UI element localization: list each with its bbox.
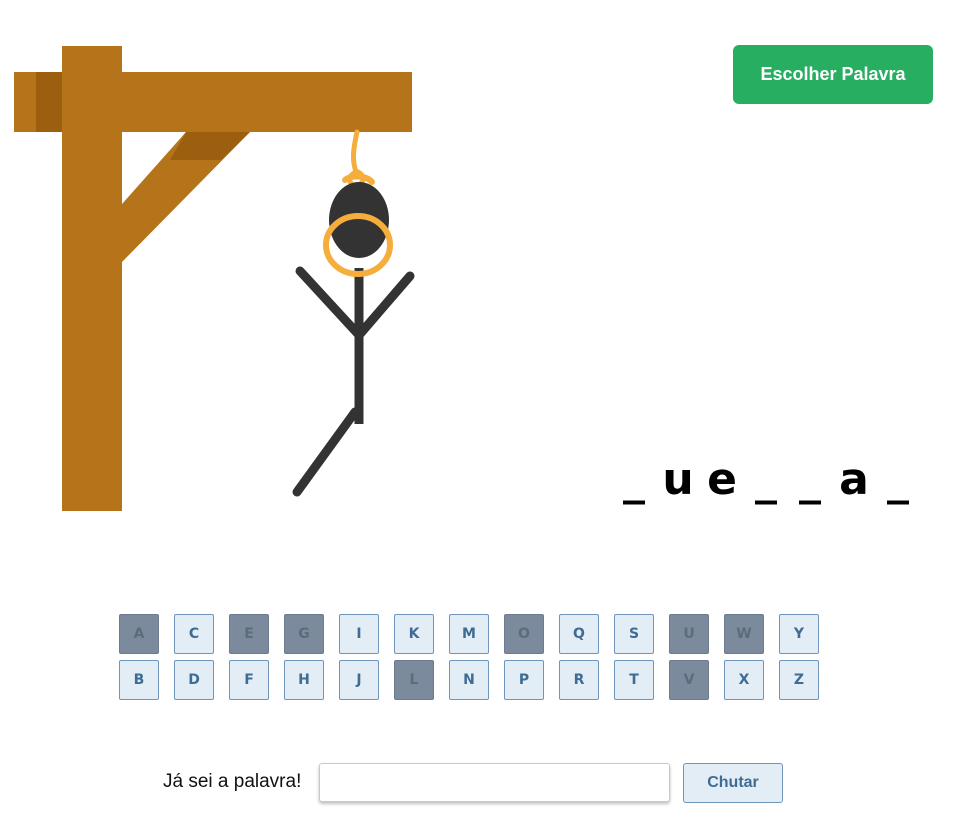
letter-key-e: E [229, 614, 269, 654]
letter-key-z[interactable]: Z [779, 660, 819, 700]
word-slot: _ [887, 454, 909, 505]
letter-key-j[interactable]: J [339, 660, 379, 700]
letter-key-y[interactable]: Y [779, 614, 819, 654]
guess-label: Já sei a palavra! [163, 771, 302, 792]
letter-key-d[interactable]: D [174, 660, 214, 700]
letter-key-m[interactable]: M [449, 614, 489, 654]
letter-key-q[interactable]: Q [559, 614, 599, 654]
letter-key-v: V [669, 660, 709, 700]
hangman-figure [292, 182, 415, 497]
letter-key-f[interactable]: F [229, 660, 269, 700]
word-slot: _ [755, 454, 777, 505]
gallows-post [62, 46, 122, 511]
letter-key-n[interactable]: N [449, 660, 489, 700]
letter-key-g: G [284, 614, 324, 654]
word-slot: a [839, 454, 869, 505]
figure-left-leg [292, 407, 360, 497]
word-slot: e [707, 454, 737, 505]
letter-key-w: W [724, 614, 764, 654]
guess-button[interactable]: Chutar [683, 763, 783, 803]
gallows-brace-shadow [170, 132, 250, 160]
letter-key-s[interactable]: S [614, 614, 654, 654]
letter-key-u: U [669, 614, 709, 654]
letter-key-o: O [504, 614, 544, 654]
figure-left-arm [295, 266, 363, 339]
word-slot: _ [799, 454, 821, 505]
letter-key-t[interactable]: T [614, 660, 654, 700]
letter-key-r[interactable]: R [559, 660, 599, 700]
guess-input[interactable] [319, 763, 670, 802]
letter-key-b[interactable]: B [119, 660, 159, 700]
word-slot: _ [623, 454, 645, 505]
letter-key-c[interactable]: C [174, 614, 214, 654]
letter-key-h[interactable]: H [284, 660, 324, 700]
choose-word-button[interactable]: Escolher Palavra [733, 45, 933, 104]
word-display: _ u e _ _ a _ [612, 448, 920, 512]
word-slot: u [662, 454, 694, 505]
letter-key-x[interactable]: X [724, 660, 764, 700]
letter-keyboard: ABCDEFGHIJKLMNOPQRSTUVWXYZ [119, 614, 819, 700]
gallows-illustration [14, 46, 415, 511]
letter-key-a: A [119, 614, 159, 654]
figure-right-arm [355, 271, 415, 339]
letter-key-i[interactable]: I [339, 614, 379, 654]
gallows-beam-shadow [36, 72, 62, 132]
letter-key-l: L [394, 660, 434, 700]
letter-key-p[interactable]: P [504, 660, 544, 700]
letter-key-k[interactable]: K [394, 614, 434, 654]
